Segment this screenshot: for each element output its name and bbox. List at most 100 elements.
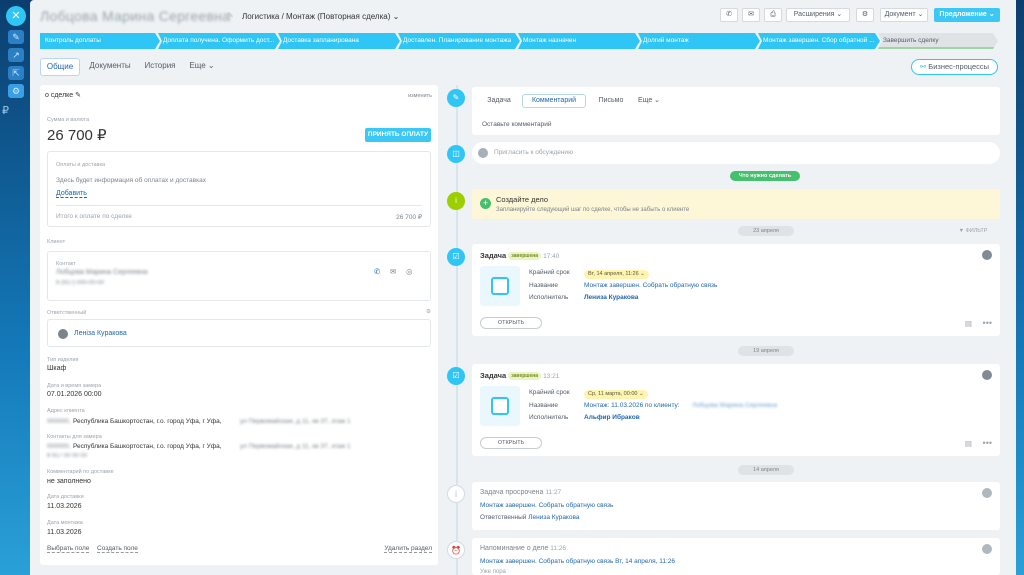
info-icon: i bbox=[447, 192, 465, 210]
stage-5[interactable]: Долгий монтаж bbox=[638, 33, 760, 49]
chat-icon[interactable]: ◎ bbox=[406, 267, 413, 276]
overdue-time: 11:27 bbox=[545, 489, 562, 496]
tab-more[interactable]: Еще ⌄ bbox=[634, 94, 664, 108]
overdue-link[interactable]: Монтаж завершен. Собрать обратную связь bbox=[480, 502, 613, 509]
deadline-value[interactable]: Ср, 11 марта, 00:00 ⌄ bbox=[584, 388, 648, 399]
business-processes-button[interactable]: ⚯ Бизнес-процессы bbox=[911, 59, 998, 75]
overdue-resp-name[interactable]: Лениза Куракова bbox=[528, 514, 579, 521]
field-value: Шкаф bbox=[47, 365, 67, 372]
reminder-link[interactable]: Монтаж завершен. Собрать обратную связь … bbox=[480, 558, 675, 565]
accept-payment-button[interactable]: ПРИНЯТЬ ОПЛАТУ bbox=[365, 128, 431, 142]
stage-7[interactable]: Завершить сделку bbox=[878, 33, 998, 49]
tab-task[interactable]: Задача bbox=[482, 94, 516, 108]
gear-icon[interactable]: ⚙ bbox=[426, 309, 431, 315]
overdue-title: Задача просрочена 11:27 bbox=[480, 489, 561, 496]
executor-link[interactable]: Альфир Ибраков bbox=[584, 414, 640, 421]
stage-4[interactable]: Монтаж назначен bbox=[518, 33, 640, 49]
breadcrumb[interactable]: Логистика / Монтаж (Повторная сделка) ⌄ bbox=[242, 12, 399, 21]
stage-0[interactable]: Контроль доплаты bbox=[40, 33, 160, 49]
extensions-button[interactable]: Расширения ⌄ bbox=[786, 8, 850, 22]
deal-header: Лобцова Марина Сергеевна ✎ Логистика / М… bbox=[30, 0, 1016, 30]
amount-value: 26 700 ₽ bbox=[47, 127, 107, 144]
reminder-time: 11:26 bbox=[550, 545, 567, 552]
responsible-label: Ответственный bbox=[47, 310, 87, 316]
field-value-blurred: ул Первомайская, д 11, кв 37, этаж 1 bbox=[240, 418, 351, 425]
edit-section-link[interactable]: изменить bbox=[408, 93, 432, 99]
contact-name[interactable]: Лобцова Марина Сергеевна bbox=[56, 269, 148, 276]
invite-field[interactable]: Пригласить к обсуждению bbox=[472, 142, 1000, 164]
open-button[interactable]: ОТКРЫТЬ bbox=[480, 437, 542, 449]
payments-add-link[interactable]: Добавить bbox=[56, 190, 87, 198]
payments-box: Оплаты и доставка Здесь будет информация… bbox=[47, 151, 431, 227]
field-value-blurred: ул Первомайская, д 11, кв 37, этаж 1 bbox=[240, 443, 351, 450]
offer-button[interactable]: Предложение ⌄ bbox=[934, 8, 1000, 22]
task-time: 17:40 bbox=[543, 253, 560, 260]
mail-icon[interactable]: ✉ bbox=[390, 267, 396, 276]
tab-letter[interactable]: Письмо bbox=[592, 94, 630, 108]
comment-input[interactable]: Оставьте комментарий bbox=[482, 121, 552, 128]
task-name-link[interactable]: Монтаж завершен. Собрать обратную связь bbox=[584, 282, 717, 289]
avatar bbox=[982, 370, 992, 380]
share-icon[interactable]: ↗ bbox=[8, 48, 24, 62]
phone-icon[interactable]: ✆ bbox=[720, 8, 738, 22]
task-card: Задача завершена 17:40 Крайний срок Вт, … bbox=[472, 244, 1000, 336]
close-icon[interactable]: ✕ bbox=[6, 6, 26, 26]
task-check-icon: ☑ bbox=[447, 248, 465, 266]
deadline-value[interactable]: Вт, 14 апреля, 11:26 ⌄ bbox=[584, 268, 649, 279]
date-separator: 23 апреля bbox=[738, 226, 794, 236]
open-button[interactable]: ОТКРЫТЬ bbox=[480, 317, 542, 329]
tab-general[interactable]: Общие bbox=[40, 58, 80, 76]
field-value-blurred: 8 917 00 00 00 bbox=[47, 453, 88, 459]
avatar bbox=[58, 329, 68, 339]
plus-icon[interactable]: + bbox=[480, 198, 491, 209]
note-icon[interactable]: ▤ bbox=[965, 439, 972, 448]
note-icon[interactable]: ▤ bbox=[965, 319, 972, 328]
avatar bbox=[982, 544, 992, 554]
tab-comment[interactable]: Комментарий bbox=[522, 94, 586, 108]
delete-section-link[interactable]: Удалить раздел bbox=[384, 545, 432, 553]
phone-icon[interactable]: ✆ bbox=[374, 267, 380, 276]
field-label: Комментарий по доставке bbox=[47, 469, 114, 475]
document-button[interactable]: Документ ⌄ bbox=[880, 8, 928, 22]
task-name-link[interactable]: Монтаж: 11.03.2026 по клиенту: bbox=[584, 402, 680, 409]
edit-title-icon[interactable]: ✎ bbox=[227, 11, 234, 20]
add-user-icon bbox=[478, 148, 488, 158]
alarm-icon: ⏰ bbox=[447, 541, 465, 559]
print-icon[interactable]: ⎙ bbox=[764, 8, 782, 22]
avatar bbox=[982, 250, 992, 260]
contact-label: Контакт bbox=[56, 261, 76, 267]
executor-link[interactable]: Лениза Куракова bbox=[584, 294, 638, 301]
executor-label: Исполнитель bbox=[529, 294, 569, 301]
choose-field-link[interactable]: Выбрать поле bbox=[47, 545, 90, 553]
invite-label: Пригласить к обсуждению bbox=[494, 149, 573, 156]
todo-pill: Что нужно сделать bbox=[730, 171, 800, 181]
divider bbox=[56, 205, 422, 206]
stage-6[interactable]: Монтаж завершен. Сбор обратной ... bbox=[758, 33, 880, 49]
mail-icon[interactable]: ✉ bbox=[742, 8, 760, 22]
section-title: о сделке ✎ bbox=[45, 92, 82, 99]
more-icon[interactable]: ••• bbox=[983, 318, 992, 328]
settings-icon[interactable]: ⚙ bbox=[8, 84, 24, 98]
more-icon[interactable]: ••• bbox=[983, 438, 992, 448]
task-title-text: Задача bbox=[480, 371, 507, 380]
info-icon: i bbox=[447, 485, 465, 503]
reminder-extra: Уже пора bbox=[480, 569, 506, 575]
create-field-link[interactable]: Создать поле bbox=[97, 545, 138, 553]
stage-1[interactable]: Доплата получена. Оформить дост... bbox=[158, 33, 280, 49]
deal-panel: Лобцова Марина Сергеевна ✎ Логистика / М… bbox=[30, 0, 1016, 575]
external-link-icon[interactable]: ⇱ bbox=[8, 66, 24, 80]
gear-icon[interactable]: ⚙ bbox=[856, 8, 874, 22]
responsible-name[interactable]: Ленiза Куракова bbox=[74, 330, 127, 337]
filter-button[interactable]: ▼ ФИЛЬТР bbox=[950, 226, 996, 236]
tab-documents[interactable]: Документы bbox=[86, 58, 134, 76]
stage-2[interactable]: Доставка запланирована bbox=[278, 33, 400, 49]
field-value: Республика Башкортостан, г.о. город Уфа,… bbox=[73, 418, 222, 425]
deadline-pill: Ср, 11 марта, 00:00 ⌄ bbox=[584, 390, 648, 399]
pencil-icon[interactable]: ✎ bbox=[8, 30, 24, 44]
stage-3[interactable]: Доставлен. Планирование монтажа bbox=[398, 33, 520, 49]
total-label: Итого к оплате по сделке bbox=[56, 213, 132, 220]
tab-history[interactable]: История bbox=[140, 58, 180, 76]
tab-more[interactable]: Еще ⌄ bbox=[186, 58, 218, 76]
task-name-blurred: Лобцова Марина Сергеевна bbox=[692, 402, 778, 409]
create-activity-card[interactable]: + Создайте дело Запланируйте следующий ш… bbox=[472, 189, 1000, 219]
